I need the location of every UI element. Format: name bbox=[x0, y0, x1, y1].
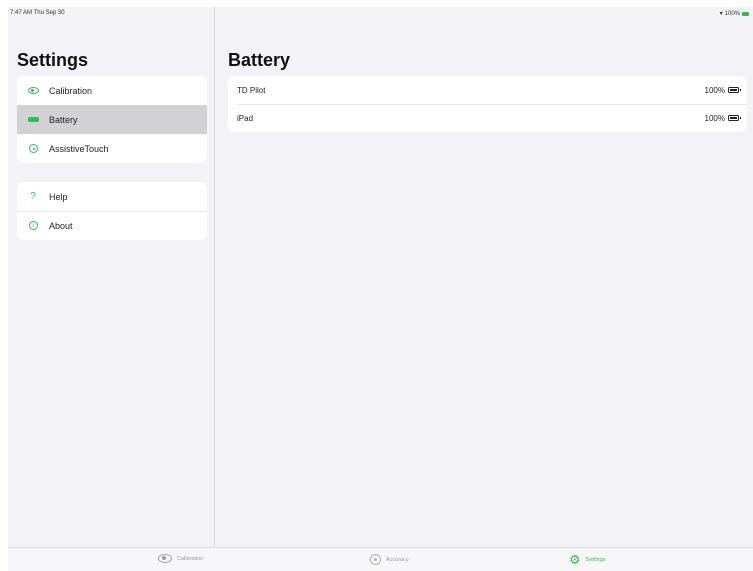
app-screen: 7:47 AM Thu Sep 30 ▾ 100% Settings Calib… bbox=[8, 7, 753, 571]
sidebar-item-label: Help bbox=[49, 191, 68, 202]
assistivetouch-icon bbox=[27, 143, 39, 155]
sidebar-item-label: Calibration bbox=[49, 85, 93, 96]
tab-label: Calibration bbox=[177, 555, 204, 562]
sidebar-item-label: Battery bbox=[49, 114, 78, 125]
gear-icon: ⚙ bbox=[569, 552, 581, 567]
sidebar-item-about[interactable]: i About bbox=[17, 211, 207, 240]
wifi-icon: ▾ bbox=[719, 11, 723, 17]
battery-value: 100% bbox=[704, 113, 725, 123]
question-icon: ? bbox=[30, 191, 36, 202]
tab-accuracy[interactable]: Accuracy bbox=[370, 554, 409, 565]
sidebar-group-support: ? Help i About bbox=[17, 182, 207, 240]
status-battery-icon bbox=[742, 11, 749, 16]
device-battery: 100% bbox=[704, 85, 741, 95]
tab-calibration[interactable]: Calibration bbox=[158, 554, 203, 563]
battery-row-td-pilot: TD Pilot 100% bbox=[228, 76, 747, 104]
battery-level-icon bbox=[728, 87, 741, 93]
tab-bar: Calibration Accuracy ⚙ Settings bbox=[8, 547, 753, 571]
sidebar-item-calibration[interactable]: Calibration bbox=[17, 76, 207, 105]
battery-icon bbox=[27, 114, 39, 126]
sidebar-item-assistivetouch[interactable]: AssistiveTouch bbox=[17, 134, 207, 163]
battery-list: TD Pilot 100% iPad 100% bbox=[228, 76, 747, 132]
device-name: TD Pilot bbox=[237, 85, 266, 95]
tab-settings[interactable]: ⚙ Settings bbox=[569, 552, 606, 567]
sidebar-title: Settings bbox=[17, 50, 89, 70]
sidebar-group-main: Calibration Battery AssistiveTouch bbox=[17, 76, 207, 163]
sidebar-item-label: About bbox=[49, 220, 73, 231]
battery-level-icon bbox=[728, 115, 741, 121]
battery-percent: 100% bbox=[724, 10, 740, 17]
battery-value: 100% bbox=[704, 85, 725, 95]
battery-row-ipad: iPad 100% bbox=[228, 104, 747, 132]
eye-icon bbox=[158, 554, 172, 563]
info-icon: i bbox=[27, 220, 39, 232]
target-icon bbox=[370, 554, 381, 565]
sidebar-item-label: AssistiveTouch bbox=[49, 143, 109, 154]
sidebar: Settings Calibration Battery AssistiveTo… bbox=[8, 7, 215, 547]
status-right: ▾ 100% bbox=[720, 10, 749, 17]
page-title: Battery bbox=[228, 50, 291, 70]
device-battery: 100% bbox=[704, 113, 741, 123]
tab-label: Accuracy bbox=[386, 556, 409, 563]
sidebar-item-battery[interactable]: Battery bbox=[17, 105, 207, 134]
sidebar-item-help[interactable]: ? Help bbox=[17, 182, 207, 211]
device-name: iPad bbox=[237, 113, 254, 123]
tab-label: Settings bbox=[585, 556, 606, 563]
eye-icon bbox=[27, 85, 39, 97]
